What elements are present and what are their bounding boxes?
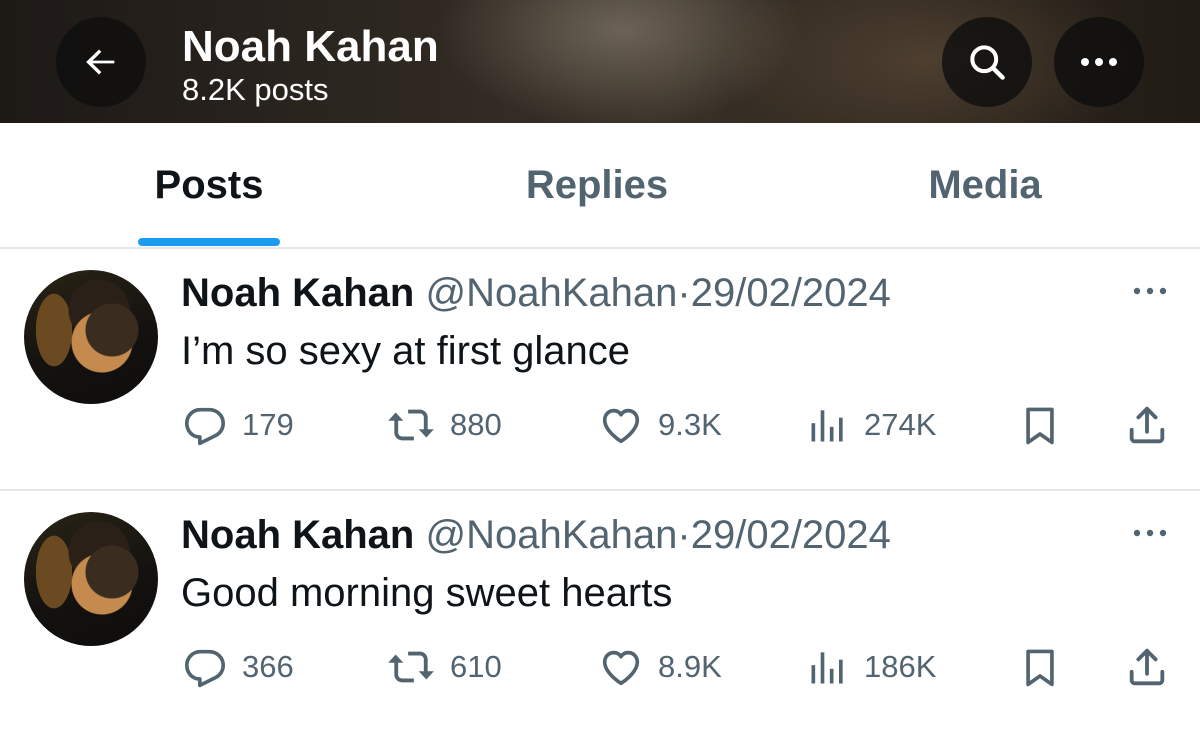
post-text: I’m so sexy at first glance — [181, 329, 631, 373]
separator-dot: · — [677, 271, 691, 315]
post-more-button[interactable] — [1128, 279, 1172, 303]
view-count: 186K — [864, 649, 937, 684]
repost-icon — [388, 409, 434, 441]
post-more-button[interactable] — [1128, 521, 1172, 545]
repost-count: 880 — [450, 407, 502, 442]
profile-tabs: Posts Replies Media — [0, 123, 1200, 249]
avatar[interactable] — [24, 512, 158, 646]
reply-count: 179 — [242, 407, 294, 442]
views-button[interactable]: 186K — [806, 643, 936, 691]
bookmark-button[interactable] — [1018, 401, 1062, 449]
repost-button[interactable]: 880 — [386, 401, 502, 449]
arrow-left-icon — [86, 49, 115, 75]
search-icon — [970, 45, 1005, 80]
post-header: Noah Kahan @NoahKahan·29/02/2024 — [181, 269, 891, 317]
analytics-icon — [811, 652, 843, 684]
author-handle[interactable]: @NoahKahan — [425, 271, 677, 315]
repost-count: 610 — [450, 649, 502, 684]
reply-button[interactable]: 366 — [182, 643, 294, 691]
search-button[interactable] — [942, 17, 1032, 107]
more-horizontal-icon — [1133, 287, 1167, 295]
analytics-icon — [811, 410, 843, 442]
reply-icon — [184, 407, 226, 446]
author-handle[interactable]: @NoahKahan — [425, 513, 677, 557]
post-date[interactable]: 29/02/2024 — [691, 271, 891, 315]
tab-media[interactable]: Media — [776, 123, 1194, 247]
avatar[interactable] — [24, 270, 158, 404]
share-icon — [1129, 648, 1165, 686]
like-button[interactable]: 8.9K — [598, 643, 722, 691]
post-count: 8.2K posts — [182, 72, 329, 107]
heart-icon — [602, 408, 640, 444]
post[interactable]: Noah Kahan @NoahKahan·29/02/2024 I’m so … — [0, 249, 1200, 491]
profile-name: Noah Kahan — [182, 22, 439, 71]
separator-dot: · — [677, 513, 691, 557]
post-header: Noah Kahan @NoahKahan·29/02/2024 — [181, 511, 891, 559]
reply-button[interactable]: 179 — [182, 401, 294, 449]
tab-posts[interactable]: Posts — [0, 123, 418, 247]
heart-icon — [602, 650, 640, 686]
bookmark-icon — [1026, 407, 1054, 445]
more-options-button[interactable] — [1054, 17, 1144, 107]
reply-count: 366 — [242, 649, 294, 684]
share-button[interactable] — [1124, 643, 1170, 691]
share-icon — [1129, 406, 1165, 444]
author-name[interactable]: Noah Kahan — [181, 513, 414, 557]
tab-replies[interactable]: Replies — [388, 123, 806, 247]
repost-button[interactable]: 610 — [386, 643, 502, 691]
profile-header: Noah Kahan 8.2K posts — [0, 0, 1200, 123]
share-button[interactable] — [1124, 401, 1170, 449]
reply-icon — [184, 649, 226, 688]
bookmark-button[interactable] — [1018, 643, 1062, 691]
like-count: 8.9K — [658, 649, 722, 684]
like-button[interactable]: 9.3K — [598, 401, 722, 449]
view-count: 274K — [864, 407, 937, 442]
post-text: Good morning sweet hearts — [181, 571, 673, 615]
active-tab-indicator — [138, 238, 280, 246]
more-horizontal-icon — [1081, 58, 1117, 66]
post-date[interactable]: 29/02/2024 — [691, 513, 891, 557]
post[interactable]: Noah Kahan @NoahKahan·29/02/2024 Good mo… — [0, 491, 1200, 731]
author-name[interactable]: Noah Kahan — [181, 271, 414, 315]
back-button[interactable] — [56, 17, 146, 107]
like-count: 9.3K — [658, 407, 722, 442]
repost-icon — [388, 651, 434, 683]
bookmark-icon — [1026, 649, 1054, 687]
views-button[interactable]: 274K — [806, 401, 936, 449]
more-horizontal-icon — [1133, 529, 1167, 537]
